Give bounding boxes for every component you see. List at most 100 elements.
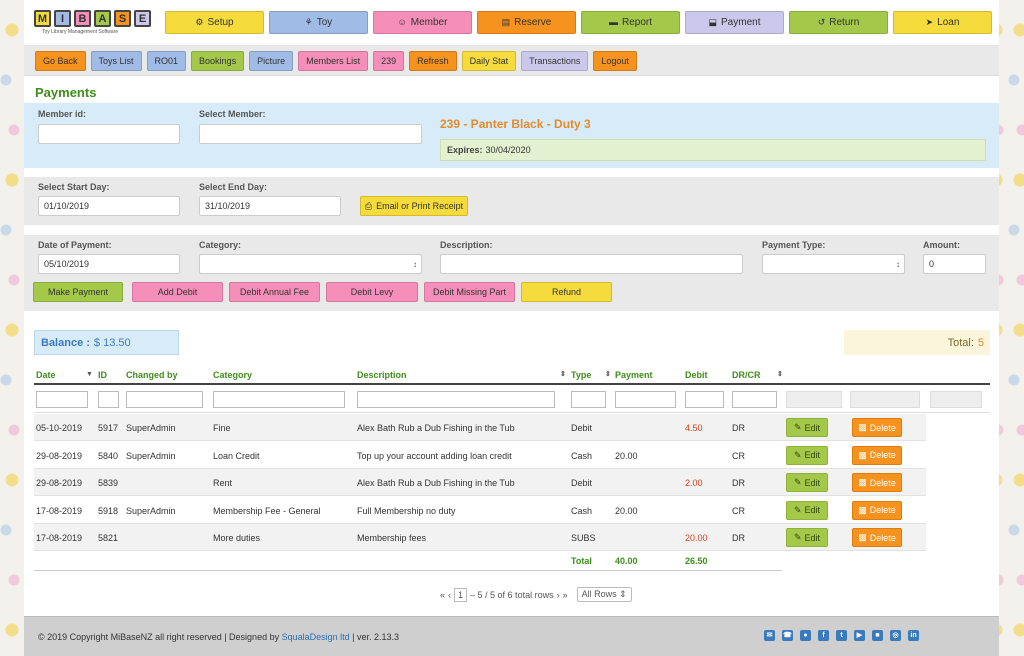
- member-id-input[interactable]: [38, 124, 180, 144]
- edit-button[interactable]: ✎ Edit: [786, 500, 828, 520]
- edit-icon: ✎: [793, 532, 802, 542]
- filter-changed-by[interactable]: [126, 391, 203, 408]
- nav-member-button[interactable]: ☺ Member: [373, 11, 472, 34]
- delete-button[interactable]: ▩ Delete: [852, 528, 902, 547]
- amount-input[interactable]: 0: [923, 254, 986, 274]
- subnav-ro01-button[interactable]: RO01: [146, 51, 187, 71]
- edit-button[interactable]: ✎ Edit: [786, 445, 828, 465]
- subnav-239-button[interactable]: 239: [373, 51, 405, 71]
- cell-changed-by: SuperAdmin: [126, 505, 176, 516]
- debit-annual-fee-button[interactable]: Debit Annual Fee: [229, 282, 320, 302]
- edit-button[interactable]: ✎ Edit: [786, 528, 828, 547]
- subnav-members-list-button[interactable]: Members List: [298, 51, 369, 71]
- subnav-daily-stat-button[interactable]: Daily Stat: [461, 51, 517, 71]
- edit-button[interactable]: ✎ Edit: [786, 418, 828, 437]
- print-icon: ⎙: [364, 200, 373, 211]
- col-header-date[interactable]: Date ▼: [36, 370, 93, 380]
- envelope-icon[interactable]: ✉: [764, 630, 775, 641]
- nav-label: Report: [621, 17, 652, 28]
- nav-payment-button[interactable]: ⬓ Payment: [685, 11, 784, 34]
- delete-button[interactable]: ▩ Delete: [852, 500, 902, 520]
- col-header-type[interactable]: Type ⇕: [571, 370, 611, 380]
- filter-type[interactable]: [571, 391, 606, 408]
- filter-id[interactable]: [98, 391, 119, 408]
- next-page-icon[interactable]: ›: [557, 590, 560, 600]
- page-number-input[interactable]: 1: [454, 587, 468, 602]
- mibase-logo[interactable]: MIBASE Toy Library Management Software: [34, 10, 158, 40]
- filter-date[interactable]: [36, 391, 88, 408]
- nav-loan-button[interactable]: ➤ Loan: [893, 11, 992, 34]
- col-header-debit[interactable]: Debit: [685, 370, 708, 380]
- category-select[interactable]: [199, 254, 422, 274]
- linkedin-icon[interactable]: in: [908, 630, 919, 641]
- col-header-drcr[interactable]: DR/CR ⇕: [732, 370, 783, 380]
- edit-label: Edit: [804, 532, 821, 543]
- globe-icon[interactable]: ●: [800, 630, 811, 641]
- filter-disabled: [786, 391, 842, 408]
- instagram-icon[interactable]: ◎: [890, 630, 901, 641]
- filter-category[interactable]: [213, 391, 345, 408]
- cell-type: Cash: [571, 505, 593, 516]
- subnav-refresh-button[interactable]: Refresh: [409, 51, 457, 71]
- make-payment-button[interactable]: Make Payment: [33, 282, 123, 302]
- designer-link[interactable]: SqualaDesign ltd: [282, 632, 350, 642]
- col-header-id[interactable]: ID: [98, 370, 107, 380]
- sort-icon: ⇕: [777, 371, 783, 378]
- logo-letter: I: [54, 10, 71, 27]
- select-member-label: Select Member:: [199, 109, 266, 119]
- refund-button[interactable]: Refund: [521, 282, 612, 302]
- nav-label: Payment: [721, 17, 761, 28]
- subnav-go-back-button[interactable]: Go Back: [35, 51, 86, 71]
- twitter-icon[interactable]: t: [836, 630, 847, 641]
- start-day-label: Select Start Day:: [38, 182, 110, 192]
- nav-report-button[interactable]: ▬ Report: [581, 11, 680, 34]
- delete-label: Delete: [869, 505, 896, 515]
- payment-type-select[interactable]: [762, 254, 905, 274]
- phone-icon[interactable]: ☎: [782, 630, 793, 641]
- col-header-category[interactable]: Category: [213, 370, 252, 380]
- filter-drcr[interactable]: [732, 391, 777, 408]
- debit-missing-part-button[interactable]: Debit Missing Part: [424, 282, 515, 302]
- col-header-payment[interactable]: Payment: [615, 370, 653, 380]
- payment-date-input[interactable]: 05/10/2019: [38, 254, 180, 274]
- nav-toy-button[interactable]: ⚘ Toy: [269, 11, 368, 34]
- return-icon: ↺: [817, 17, 826, 27]
- col-header-description[interactable]: Description ⇕: [357, 370, 566, 380]
- debit-levy-button[interactable]: Debit Levy: [326, 282, 418, 302]
- add-debit-button[interactable]: Add Debit: [132, 282, 223, 302]
- cell-category: Rent: [213, 478, 233, 488]
- nav-setup-button[interactable]: ⚙ Setup: [165, 11, 264, 34]
- subnav-logout-button[interactable]: Logout: [593, 51, 637, 71]
- book-icon[interactable]: ■: [872, 630, 883, 641]
- youtube-icon[interactable]: ▶: [854, 630, 865, 641]
- cell-id: 5821: [98, 533, 119, 543]
- prev-page-icon[interactable]: ‹: [448, 590, 451, 600]
- filter-debit[interactable]: [685, 391, 724, 408]
- calendar-icon: ▤: [501, 17, 511, 27]
- email-print-receipt-button[interactable]: ⎙ Email or Print Receipt: [360, 196, 468, 216]
- col-header-changed-by[interactable]: Changed by: [126, 370, 178, 380]
- start-day-input[interactable]: 01/10/2019: [38, 196, 180, 216]
- nav-reserve-button[interactable]: ▤ Reserve: [477, 11, 576, 34]
- delete-button[interactable]: ▩ Delete: [852, 473, 902, 492]
- delete-button[interactable]: ▩ Delete: [852, 445, 902, 465]
- nav-return-button[interactable]: ↺ Return: [789, 11, 888, 34]
- subnav-bookings-button[interactable]: Bookings: [191, 51, 245, 71]
- subnav-picture-button[interactable]: Picture: [249, 51, 294, 71]
- cell-id: 5918: [98, 505, 119, 516]
- facebook-icon[interactable]: f: [818, 630, 829, 641]
- subnav-transactions-button[interactable]: Transactions: [521, 51, 589, 71]
- pagination: « ‹ 1 – 5 / 5 of 6 total rows › » All Ro…: [440, 587, 632, 602]
- filter-description[interactable]: [357, 391, 555, 408]
- rows-per-page-select[interactable]: All Rows ⇕: [576, 587, 632, 602]
- description-input[interactable]: [440, 254, 743, 274]
- end-day-input[interactable]: 31/10/2019: [199, 196, 341, 216]
- first-page-icon[interactable]: «: [440, 590, 445, 600]
- last-page-icon[interactable]: »: [563, 590, 568, 600]
- balance-value: $ 13.50: [93, 336, 131, 349]
- filter-payment[interactable]: [615, 391, 676, 408]
- select-member-input[interactable]: [199, 124, 422, 144]
- edit-button[interactable]: ✎ Edit: [786, 473, 828, 492]
- delete-button[interactable]: ▩ Delete: [852, 418, 902, 437]
- subnav-toys-list-button[interactable]: Toys List: [90, 51, 142, 71]
